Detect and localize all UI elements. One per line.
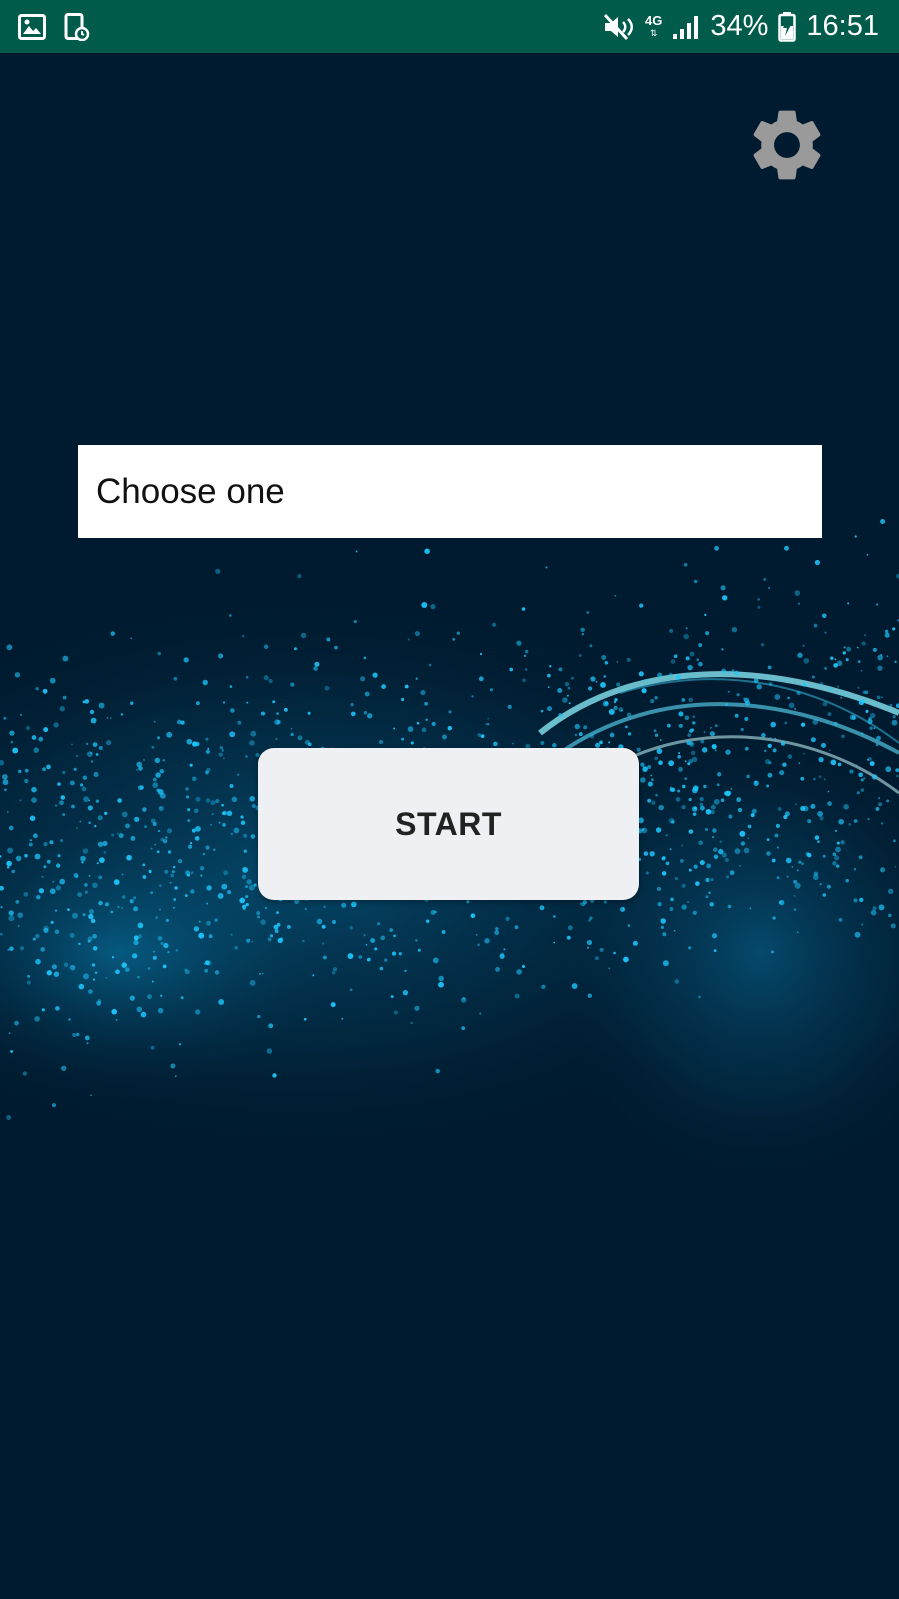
battery-charging-icon xyxy=(778,11,797,42)
settings-button[interactable] xyxy=(742,100,832,190)
spinner-selected-text: Choose one xyxy=(96,471,285,511)
status-bar: 4G ⇅ 34% 16:51 xyxy=(0,0,899,53)
network-type: 4G ⇅ xyxy=(645,12,663,38)
battery-percent: 34% xyxy=(710,10,769,42)
app-screen: 4G ⇅ 34% 16:51 Choose one START xyxy=(0,0,899,1599)
signal-icon xyxy=(672,14,700,40)
screenshot-icon xyxy=(64,12,90,41)
start-button[interactable]: START xyxy=(258,748,639,900)
gallery-icon xyxy=(18,13,46,40)
clock: 16:51 xyxy=(806,10,879,42)
gear-icon xyxy=(753,110,821,180)
choice-spinner[interactable]: Choose one xyxy=(78,445,822,538)
start-button-label: START xyxy=(395,805,502,842)
mute-icon xyxy=(603,13,635,41)
